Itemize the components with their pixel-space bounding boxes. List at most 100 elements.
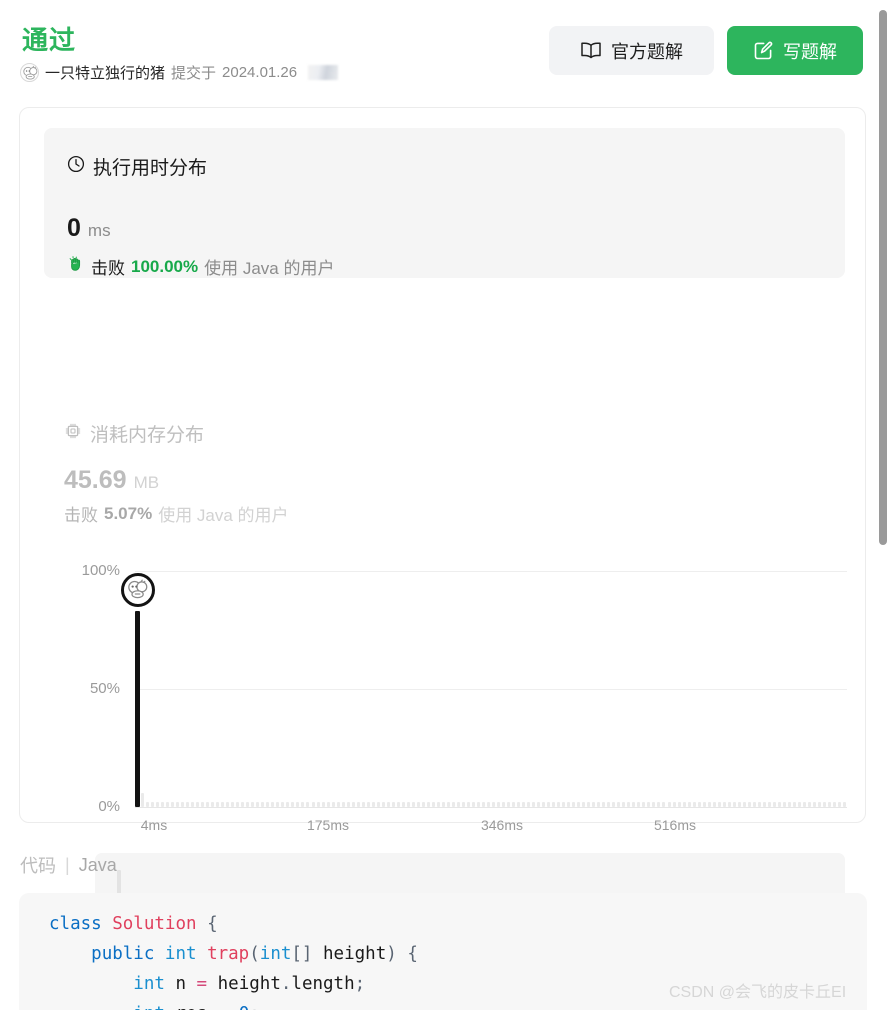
chart-bar[interactable] [151, 802, 155, 807]
chart-bar[interactable] [441, 802, 445, 807]
chart-bar[interactable] [832, 802, 836, 807]
chart-bar[interactable] [602, 802, 606, 807]
chart-bar[interactable] [712, 802, 716, 807]
chart-bar[interactable] [807, 802, 811, 807]
chart-bar[interactable] [466, 802, 470, 807]
chart-bar[interactable] [632, 802, 636, 807]
chart-bar[interactable] [356, 802, 360, 807]
chart-bar[interactable] [592, 802, 596, 807]
memory-section-header[interactable]: 消耗内存分布 [64, 420, 204, 447]
chart-bar[interactable] [461, 802, 465, 807]
chart-bar[interactable] [547, 802, 551, 807]
chart-bar[interactable] [381, 802, 385, 807]
chart-bar[interactable] [582, 802, 586, 807]
chart-bar[interactable] [446, 802, 450, 807]
chart-bar[interactable] [642, 802, 646, 807]
chart-bar[interactable] [677, 802, 681, 807]
chart-bar[interactable] [682, 802, 686, 807]
chart-bar[interactable] [557, 802, 561, 807]
chart-bar[interactable] [762, 802, 766, 807]
chart-bar[interactable] [241, 802, 245, 807]
chart-bar[interactable] [176, 802, 180, 807]
chart-bar[interactable] [336, 802, 340, 807]
user-position-marker[interactable] [120, 573, 155, 607]
chart-bar[interactable] [206, 802, 210, 807]
chart-bar[interactable] [792, 802, 796, 807]
chart-bar[interactable] [607, 802, 611, 807]
chart-bar[interactable] [301, 802, 305, 807]
chart-bar[interactable] [727, 802, 731, 807]
chart-bar[interactable] [476, 802, 480, 807]
chart-bar[interactable] [161, 802, 165, 807]
chart-bar[interactable] [702, 802, 706, 807]
chart-bar[interactable] [266, 802, 270, 807]
chart-bar[interactable] [366, 802, 370, 807]
chart-bar[interactable] [421, 802, 425, 807]
chart-bar[interactable] [562, 802, 566, 807]
chart-bar[interactable] [411, 802, 415, 807]
chart-bar[interactable] [662, 802, 666, 807]
chart-bar[interactable] [341, 802, 345, 807]
chart-bar[interactable] [261, 802, 265, 807]
chart-bar[interactable] [311, 802, 315, 807]
chart-bar[interactable] [732, 802, 736, 807]
chart-bar[interactable] [637, 802, 641, 807]
user-avatar-icon[interactable] [20, 63, 39, 82]
chart-bar[interactable] [286, 802, 290, 807]
chart-bar[interactable] [667, 802, 671, 807]
chart-bar[interactable] [431, 802, 435, 807]
chart-bar[interactable] [747, 802, 751, 807]
chart-bar[interactable] [497, 802, 501, 807]
chart-bar[interactable] [627, 802, 631, 807]
chart-bar[interactable] [837, 802, 841, 807]
write-solution-button[interactable]: 写题解 [727, 26, 863, 75]
chart-bar[interactable] [692, 802, 696, 807]
chart-bar[interactable] [231, 802, 235, 807]
chart-bar[interactable] [326, 802, 330, 807]
chart-bar[interactable] [737, 802, 741, 807]
chart-bar[interactable] [426, 802, 430, 807]
chart-bar[interactable] [567, 802, 571, 807]
chart-bar[interactable] [451, 802, 455, 807]
chart-bar[interactable] [406, 802, 410, 807]
chart-bar[interactable] [657, 802, 661, 807]
chart-bar[interactable] [146, 802, 150, 807]
chart-bar[interactable] [812, 802, 816, 807]
chart-bar[interactable] [276, 802, 280, 807]
chart-bar[interactable] [226, 802, 230, 807]
chart-bar[interactable] [456, 802, 460, 807]
chart-bar[interactable] [697, 802, 701, 807]
chart-bar[interactable] [652, 802, 656, 807]
chart-bar[interactable] [742, 802, 746, 807]
chart-bar[interactable] [201, 802, 205, 807]
chart-bar[interactable] [181, 802, 185, 807]
chart-bar[interactable] [371, 802, 375, 807]
chart-bar[interactable] [351, 802, 355, 807]
chart-bar[interactable] [386, 802, 390, 807]
chart-bar[interactable] [572, 802, 576, 807]
chart-bar[interactable] [842, 802, 846, 807]
chart-bar[interactable] [331, 802, 335, 807]
chart-bar[interactable] [316, 802, 320, 807]
chart-bar[interactable] [502, 802, 506, 807]
page-scrollbar[interactable] [876, 0, 890, 1010]
chart-bar[interactable] [537, 802, 541, 807]
chart-bar[interactable] [171, 802, 175, 807]
chart-bar[interactable] [236, 802, 240, 807]
chart-bar[interactable] [717, 802, 721, 807]
chart-bar[interactable] [216, 802, 220, 807]
chart-bar[interactable] [622, 802, 626, 807]
chart-bar[interactable] [512, 802, 516, 807]
chart-bar[interactable] [291, 802, 295, 807]
chart-bar[interactable] [722, 802, 726, 807]
chart-bar[interactable] [141, 792, 145, 807]
chart-bar[interactable] [246, 802, 250, 807]
chart-bar[interactable] [486, 802, 490, 807]
chart-bar[interactable] [361, 802, 365, 807]
chart-bar[interactable] [797, 802, 801, 807]
chart-bar[interactable] [522, 802, 526, 807]
chart-bar[interactable] [251, 802, 255, 807]
chart-bar[interactable] [346, 802, 350, 807]
chart-bar[interactable] [767, 802, 771, 807]
chart-bar[interactable] [817, 802, 821, 807]
